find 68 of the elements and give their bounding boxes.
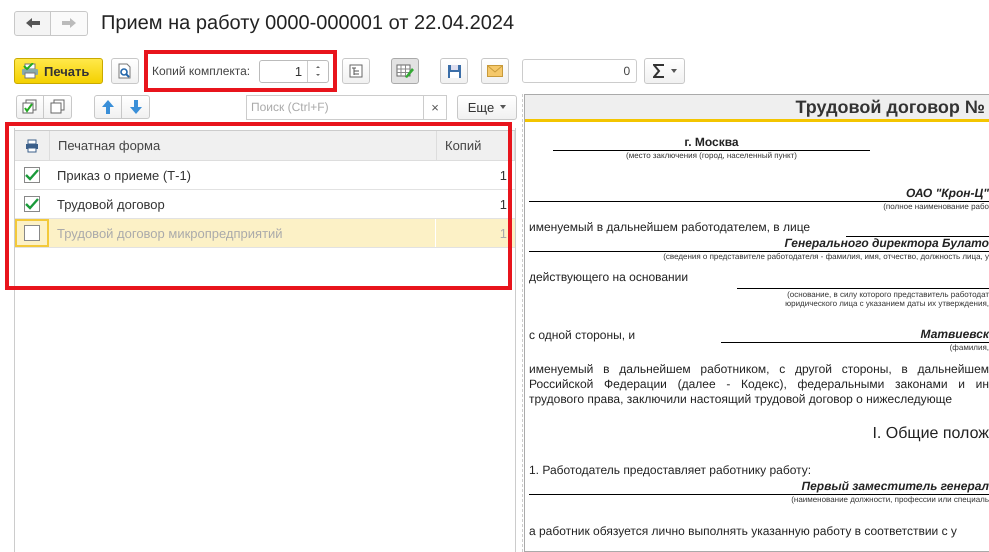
- clear-button[interactable]: ×: [424, 94, 447, 120]
- search-field[interactable]: Поиск (Ctrl+F): [246, 94, 424, 120]
- check-all-icon: [22, 99, 38, 115]
- doc-text: с одной стороны, и: [529, 327, 636, 343]
- structure-icon: [349, 64, 364, 78]
- mail-button[interactable]: [481, 58, 510, 84]
- doc-text: действующего на основании: [529, 270, 688, 284]
- table-cell: 1: [500, 196, 507, 212]
- table-edit-icon: [396, 63, 414, 79]
- field-caption: (место заключения (город, населенный пункт): [626, 151, 797, 160]
- printer-icon: [21, 63, 39, 79]
- window-title: Прием на работу 0000-000001 от 22.04.2024: [101, 12, 514, 34]
- preview-icon: [118, 63, 132, 79]
- field-caption: (сведения о представителе работодателя - фамилия, имя, отчество, должность лица, у: [663, 252, 989, 261]
- down-arrow-icon: [130, 100, 142, 114]
- printer-icon: [25, 138, 39, 152]
- preview-button[interactable]: [111, 58, 139, 84]
- check-all-button[interactable]: [16, 95, 44, 119]
- field-caption: (полное наименование рабо: [883, 202, 989, 211]
- uncheck-all-icon: [50, 99, 66, 115]
- right-arrow-icon: [62, 18, 76, 28]
- print-button[interactable]: Печать: [14, 58, 103, 84]
- more-button[interactable]: Еще: [457, 94, 517, 120]
- copies-label: Копий комплекта:: [152, 64, 250, 78]
- back-button[interactable]: [14, 10, 51, 36]
- caret-icon: [500, 105, 506, 109]
- sum-button[interactable]: [644, 58, 686, 84]
- checkbox[interactable]: [24, 225, 40, 241]
- document-title: Трудовой договор №: [795, 96, 985, 118]
- field-value: Первый заместитель генерал: [801, 479, 989, 493]
- field-caption: юридического лица с указанием даты их утверждения,: [785, 299, 989, 308]
- checkbox[interactable]: [24, 196, 40, 212]
- checkmark-icon: [25, 198, 39, 210]
- move-up-button[interactable]: [94, 95, 122, 119]
- field-caption: (наименование должности, профессии или специаль: [791, 495, 989, 504]
- left-arrow-icon: [26, 18, 40, 28]
- structure-button[interactable]: [342, 58, 370, 84]
- column-header[interactable]: Копий: [437, 131, 515, 160]
- checkbox[interactable]: [24, 167, 40, 183]
- edit-table-button[interactable]: [391, 58, 420, 84]
- sigma-icon: [652, 64, 665, 78]
- table-cell: 1: [500, 226, 507, 240]
- move-down-button[interactable]: [122, 95, 150, 119]
- field-caption: (фамилия,: [950, 343, 989, 352]
- table-cell: Трудовой договор: [57, 196, 165, 212]
- spin-arrows-icon[interactable]: [315, 63, 322, 79]
- table-cell: Приказ о приеме (Т-1): [57, 168, 192, 182]
- column-header[interactable]: Печатная форма: [50, 131, 437, 160]
- doc-text: 1. Работодатель предоставляет работнику работу:: [529, 463, 812, 477]
- envelope-icon: [487, 65, 504, 77]
- table-row[interactable]: Приказ о приеме (Т-1) 1: [15, 161, 515, 190]
- counter-field[interactable]: 0: [522, 59, 638, 83]
- field-value: Генерального директора Булато: [784, 236, 989, 250]
- doc-text: именуемый в дальнейшем работодателем, в лице: [529, 220, 810, 235]
- field-value: ОАО "Крон-Ц": [906, 186, 989, 200]
- copies-field[interactable]: 1: [259, 60, 330, 82]
- checkmark-icon: [25, 169, 39, 181]
- doc-paragraph: именуемый в дальнейшем работником, с другой стороны, в дальнейшем Российской Федерации (далее - Кодекс), федеральными законами и ин трудового права, заключили настоящий трудовой договор о нижеследующе: [529, 362, 989, 407]
- up-arrow-icon: [102, 100, 114, 114]
- caret-icon: [670, 69, 677, 73]
- doc-text: а работник обязуется лично выполнять указанную работу в соответствии с у: [529, 524, 957, 538]
- field-caption: (основание, в силу которого представитель работодат: [787, 290, 989, 299]
- uncheck-all-button[interactable]: [44, 95, 72, 119]
- section-heading: I. Общие полож: [872, 425, 989, 442]
- table-cell: 1: [500, 168, 507, 182]
- save-button[interactable]: [440, 58, 468, 84]
- table-cell: Трудовой договор микропредприятий: [57, 226, 283, 240]
- field-value: г. Москва: [684, 135, 739, 149]
